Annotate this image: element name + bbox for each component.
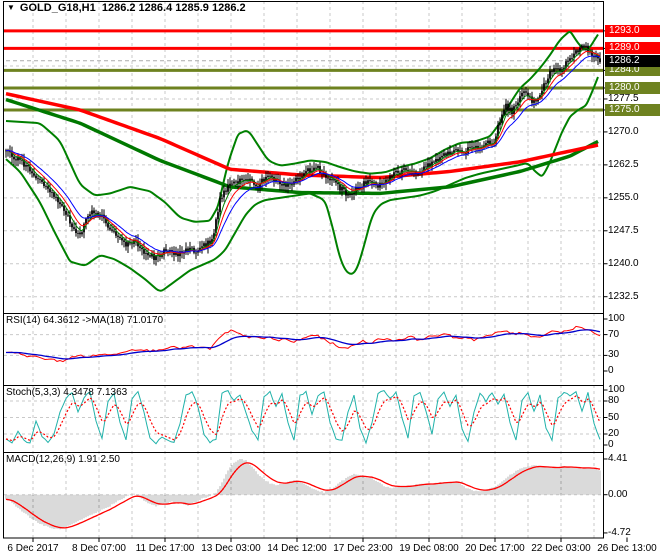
time-scale-label: 14 Dec 12:00 (267, 543, 327, 554)
macd-scale-label: 4.41 (608, 452, 628, 464)
time-scale-label: 8 Dec 07:00 (72, 543, 126, 554)
stoch-scale-label: 100 (608, 384, 625, 395)
time-scale-label: 22 Dec 03:00 (531, 543, 591, 554)
time-scale-label: 11 Dec 17:00 (135, 543, 195, 554)
support-level-badge: 1280.0 (605, 81, 660, 94)
chevron-down-icon: ▼ (7, 3, 15, 12)
fast-ma-blue (5, 55, 601, 253)
macd-scale-label: 0.00 (608, 488, 628, 500)
price-scale-label: 1270.0 (608, 125, 639, 137)
fast-ma-green (5, 47, 601, 257)
stoch-indicator-label: Stoch(5,3,3) 4.3478 7.1363 (6, 387, 128, 398)
rsi-scale-label: 30 (608, 349, 620, 361)
time-scale-label: 26 Dec 13:00 (597, 543, 657, 554)
price-scale-label: 1262.5 (608, 158, 639, 170)
candles-wicks (5, 42, 601, 266)
time-scale-label: 17 Dec 23:00 (333, 543, 393, 554)
chart-plot-area[interactable] (0, 0, 660, 560)
chart-title: ▼ GOLD_G18,H1 1286.2 1286.4 1285.9 1286.2 (7, 2, 246, 14)
macd-scale-label: -4.72 (608, 526, 631, 538)
fast-ma-red (5, 50, 601, 255)
rsi-scale-label: 0 (608, 365, 614, 376)
macd-histogram (5, 459, 601, 530)
price-scale-label: 1247.5 (608, 224, 639, 236)
macd-indicator-label: MACD(12,26,9) 1.91 2.50 (6, 454, 120, 465)
time-scale-label: 6 Dec 2017 (7, 543, 59, 554)
time-scale-label: 20 Dec 17:00 (465, 543, 525, 554)
support-level-badge: 1275.0 (605, 103, 660, 116)
chart-ohlc-values: 1286.2 1286.4 1285.9 1286.2 (101, 2, 246, 14)
rsi-scale-label: 70 (608, 328, 620, 340)
stoch-scale-label: 0 (608, 439, 614, 450)
candles-bodies (5, 45, 601, 260)
chart-symbol-period: GOLD_G18,H1 (19, 2, 96, 14)
stoch-scale-label: 80 (608, 395, 620, 406)
resistance-level-badge: 1289.0 (605, 42, 660, 55)
price-scale-label: 1232.5 (608, 290, 639, 302)
price-scale-label: 1240.0 (608, 257, 639, 269)
rsi-indicator-label: RSI(14) 64.3612 ->MA(18) 71.0170 (6, 315, 164, 326)
stoch-scale-label: 20 (608, 428, 620, 439)
current-price-badge: 1286.2 (605, 54, 660, 67)
resistance-level-badge: 1293.0 (605, 24, 660, 37)
price-scale-label: 1255.0 (608, 191, 639, 203)
rsi-scale-label: 100 (608, 313, 625, 324)
time-scale-label: 19 Dec 08:00 (399, 543, 459, 554)
macd-signal-line (5, 462, 601, 529)
price-scale-label: 1277.5 (608, 92, 639, 104)
stoch-scale-label: 50 (608, 411, 620, 423)
time-scale-label: 13 Dec 03:00 (201, 543, 261, 554)
chart-window: ▼ GOLD_G18,H1 1286.2 1286.4 1285.9 1286.2… (0, 0, 660, 560)
